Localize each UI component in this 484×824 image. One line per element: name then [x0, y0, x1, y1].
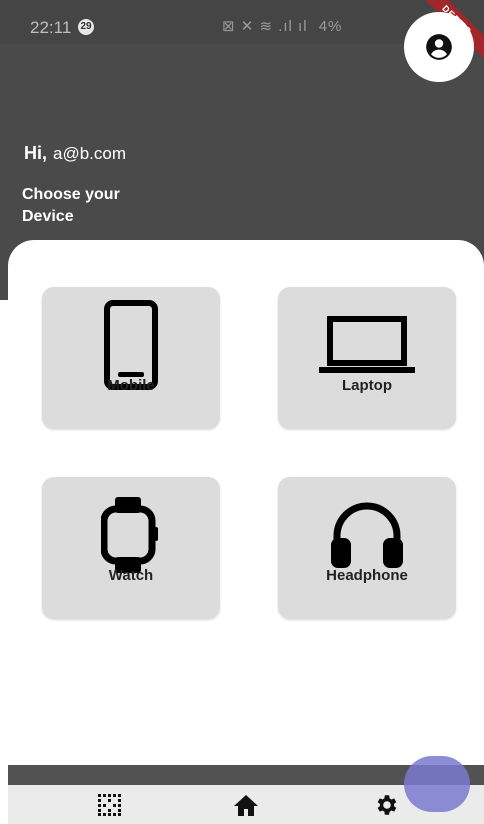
greeting: Hi, a@b.com [24, 143, 126, 164]
greeting-label: Hi, [24, 143, 48, 163]
device-card-watch[interactable]: Watch [42, 477, 220, 619]
page-subtitle: Choose your Device [22, 186, 120, 225]
floating-action-button[interactable] [404, 756, 470, 812]
headphone-icon [331, 502, 403, 568]
account-circle-icon [426, 34, 452, 60]
user-email: a@b.com [53, 144, 127, 163]
device-card-laptop[interactable]: Laptop [278, 287, 456, 429]
nav-item-settings[interactable] [370, 791, 402, 819]
device-card-headphone[interactable]: Headphone [278, 477, 456, 619]
device-label: Headphone [326, 567, 408, 584]
notification-badge: 29 [78, 19, 94, 35]
device-card-mobile[interactable]: Mobile [42, 287, 220, 429]
nav-item-home[interactable] [230, 791, 262, 819]
device-label: Laptop [342, 377, 392, 394]
battery-percentage: 4% [318, 18, 343, 35]
status-time: 22:11 [30, 18, 72, 37]
device-label: Mobile [107, 377, 155, 394]
laptop-icon [319, 316, 415, 373]
settings-icon [377, 795, 397, 815]
home-icon [234, 795, 258, 816]
device-label: Watch [108, 567, 154, 584]
grid-icon [98, 794, 121, 816]
status-icon-strip: ⊠ ✕ ≋ .ıl ıl [222, 18, 308, 35]
status-icons: ⊠ ✕ ≋ .ıl ıl 4% [222, 17, 342, 35]
profile-button[interactable] [404, 12, 474, 82]
watch-icon [101, 497, 158, 573]
nav-item-grid[interactable] [94, 791, 126, 819]
